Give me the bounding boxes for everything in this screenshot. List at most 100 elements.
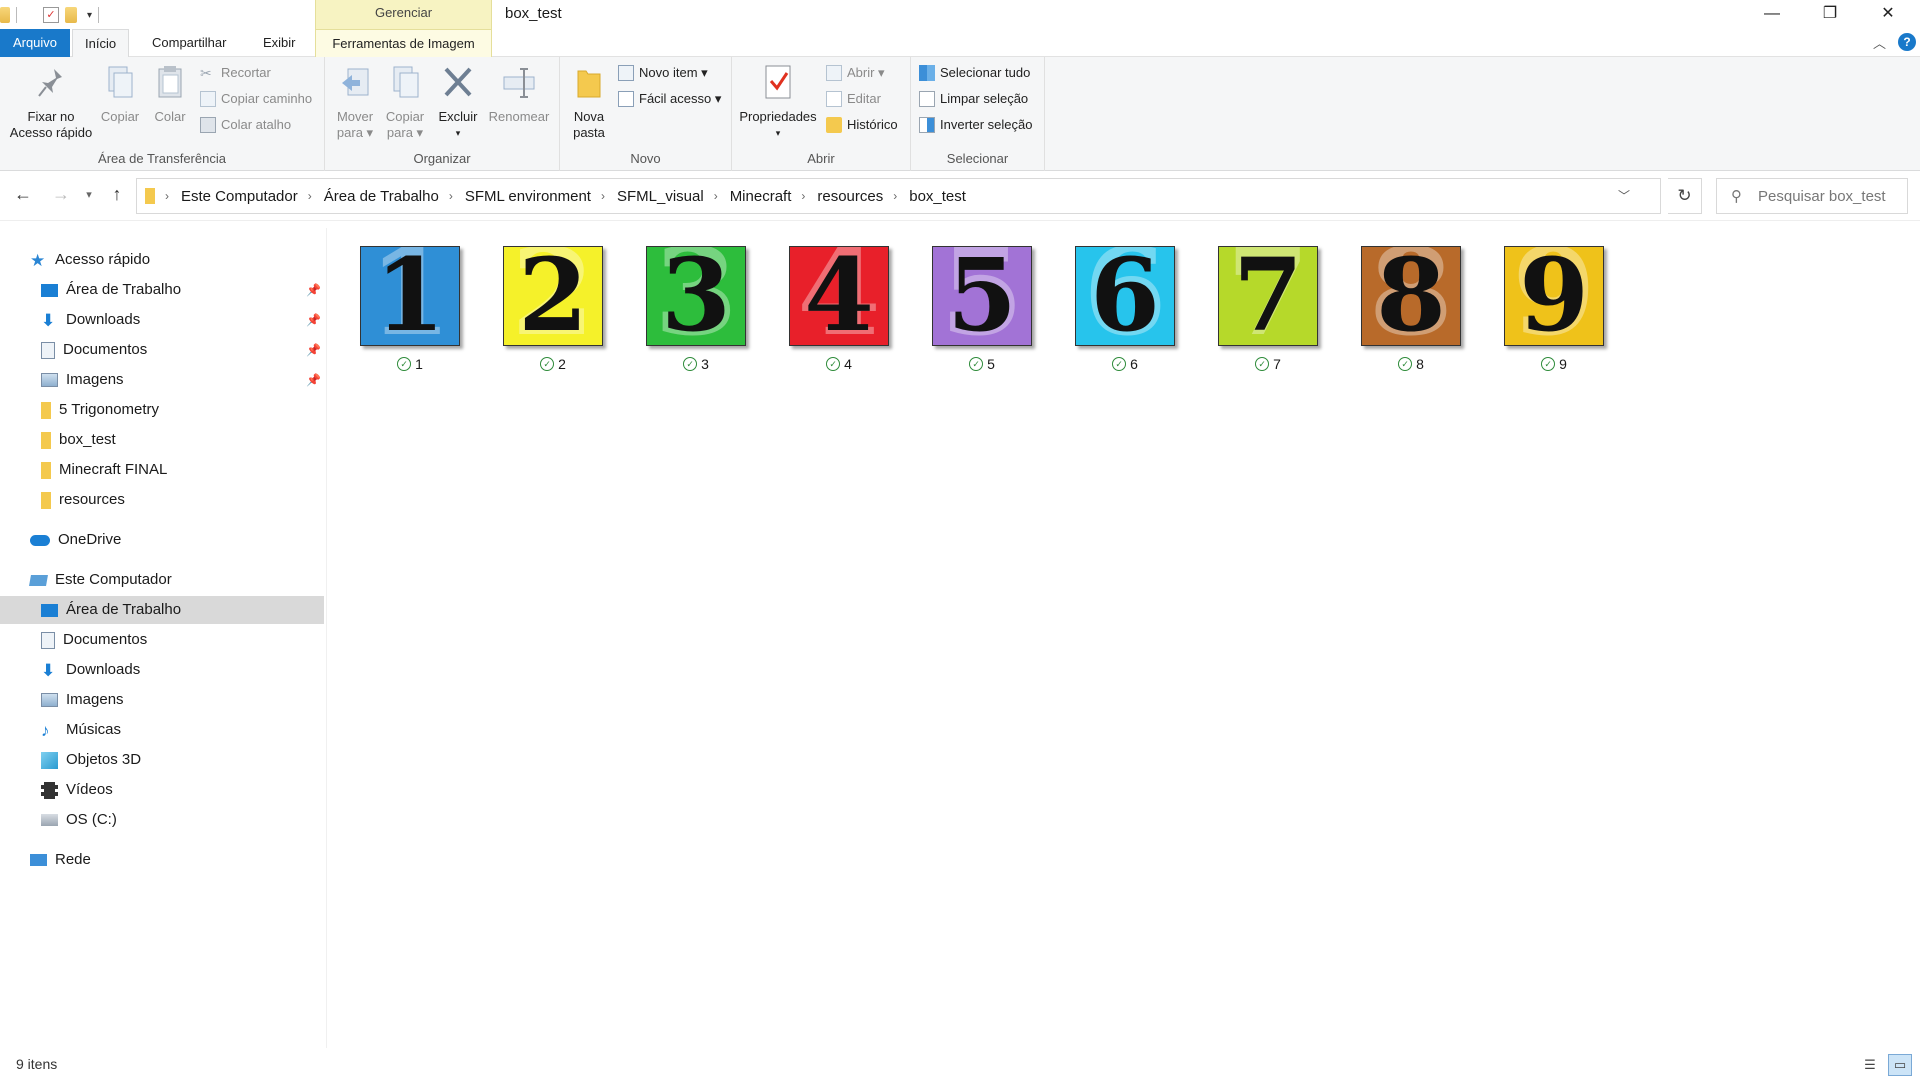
document-icon bbox=[41, 631, 55, 649]
tab-arquivo[interactable]: Arquivo bbox=[0, 29, 70, 57]
sidebar-item-3d-objects[interactable]: Objetos 3D bbox=[41, 746, 141, 774]
breadcrumb-item[interactable]: SFML environment bbox=[465, 188, 591, 205]
sidebar-item-desktop[interactable]: Área de Trabalho bbox=[41, 276, 181, 304]
rename-button[interactable]: Renomear bbox=[485, 63, 553, 125]
paste-shortcut-button[interactable]: Colar atalho bbox=[200, 115, 291, 135]
download-icon: ⬇ bbox=[41, 660, 56, 680]
properties-dropdown-icon[interactable]: ▾ bbox=[736, 125, 820, 141]
delete-dropdown-icon[interactable]: ▾ bbox=[435, 125, 481, 141]
up-arrow-icon[interactable]: ↑ bbox=[104, 184, 130, 205]
search-box[interactable]: ⚲ Pesquisar box_test bbox=[1716, 178, 1908, 214]
sidebar-item-documents[interactable]: Documentos bbox=[41, 626, 147, 654]
minimize-button[interactable]: — bbox=[1743, 0, 1801, 29]
cut-label: Recortar bbox=[221, 65, 271, 80]
tab-compartilhar[interactable]: Compartilhar bbox=[140, 29, 238, 57]
tab-inicio[interactable]: Início bbox=[72, 29, 130, 58]
details-view-icon[interactable]: ☰ bbox=[1858, 1054, 1882, 1076]
sidebar-item-drive-c[interactable]: OS (C:) bbox=[41, 806, 117, 834]
chevron-right-icon[interactable]: › bbox=[601, 189, 605, 203]
chevron-right-icon[interactable]: › bbox=[308, 189, 312, 203]
collapse-ribbon-icon[interactable]: ︿ bbox=[1873, 33, 1886, 52]
cut-button[interactable]: ✂ Recortar bbox=[200, 63, 271, 83]
chevron-right-icon[interactable]: › bbox=[714, 189, 718, 203]
ribbon-tabs: Arquivo Início Compartilhar Exibir Ferra… bbox=[0, 29, 1920, 58]
chevron-down-icon[interactable]: ﹀ bbox=[1618, 187, 1630, 204]
pin-icon[interactable]: 📌 bbox=[306, 283, 321, 297]
paste-button[interactable]: Colar bbox=[146, 63, 194, 125]
breadcrumb-item[interactable]: Minecraft bbox=[730, 188, 792, 205]
copy-button[interactable]: Copiar bbox=[96, 63, 144, 125]
sidebar-item-desktop-selected[interactable]: Área de Trabalho bbox=[0, 596, 324, 624]
separator bbox=[98, 7, 100, 23]
open-button[interactable]: Abrir ▾ bbox=[826, 63, 885, 83]
tab-ferramentas-imagem[interactable]: Ferramentas de Imagem bbox=[315, 29, 492, 57]
edit-button[interactable]: Editar bbox=[826, 89, 881, 109]
sidebar-item-videos[interactable]: Vídeos bbox=[41, 776, 113, 804]
sidebar-item-downloads[interactable]: ⬇ Downloads bbox=[41, 306, 140, 334]
copy-to-button[interactable]: Copiar para ▾ bbox=[381, 63, 429, 141]
delete-button[interactable]: Excluir ▾ bbox=[435, 63, 481, 141]
pin-icon[interactable]: 📌 bbox=[306, 313, 321, 327]
select-none-button[interactable]: Limpar seleção bbox=[919, 89, 1028, 109]
sidebar-item-quick-access[interactable]: ★ Acesso rápido bbox=[30, 246, 150, 274]
refresh-icon[interactable]: ↻ bbox=[1668, 178, 1702, 214]
thumbnail-digit: 5 bbox=[947, 246, 1017, 346]
sidebar-item-label: OS (C:) bbox=[66, 811, 117, 828]
breadcrumb-item[interactable]: resources bbox=[817, 188, 883, 205]
invert-selection-button[interactable]: Inverter seleção bbox=[919, 115, 1033, 135]
sidebar-item-pictures[interactable]: Imagens bbox=[41, 686, 124, 714]
sidebar-item-documents[interactable]: Documentos bbox=[41, 336, 147, 364]
select-none-label: Limpar seleção bbox=[940, 91, 1029, 106]
recent-locations-icon[interactable]: ▾ bbox=[76, 188, 102, 201]
forward-arrow-icon[interactable]: → bbox=[48, 184, 74, 205]
breadcrumb-item[interactable]: Área de Trabalho bbox=[324, 188, 439, 205]
sidebar-item-folder[interactable]: box_test bbox=[41, 426, 116, 454]
pin-icon[interactable]: 📌 bbox=[306, 343, 321, 357]
large-icons-view-icon[interactable]: ▭ bbox=[1888, 1054, 1912, 1076]
sidebar-item-label: Imagens bbox=[66, 371, 124, 388]
select-all-button[interactable]: Selecionar tudo bbox=[919, 63, 1030, 83]
properties-icon[interactable]: ✓ bbox=[43, 7, 59, 23]
history-button[interactable]: Histórico bbox=[826, 115, 898, 135]
sidebar-item-music[interactable]: ♪ Músicas bbox=[41, 716, 121, 744]
tab-exibir[interactable]: Exibir bbox=[251, 29, 308, 57]
breadcrumb-item[interactable]: SFML_visual bbox=[617, 188, 704, 205]
properties-button[interactable]: Propriedades ▾ bbox=[736, 63, 820, 141]
file-list: 1 1 ✓ 1 2 2 ✓ 2 3 3 ✓ 3 4 4 ✓ 4 5 5 ✓ 5 6 6 ✓ 6 7 7 ✓ 7 8 8 ✓ 8 9 9 ✓ 9 bbox=[340, 236, 1910, 1036]
chevron-right-icon[interactable]: › bbox=[449, 189, 453, 203]
move-to-button[interactable]: Mover para ▾ bbox=[331, 63, 379, 141]
new-item-button[interactable]: Novo item ▾ bbox=[618, 63, 708, 83]
breadcrumb-item[interactable]: Este Computador bbox=[181, 188, 298, 205]
pane-divider[interactable] bbox=[326, 228, 327, 1048]
sidebar-item-downloads[interactable]: ⬇ Downloads bbox=[41, 656, 140, 684]
chevron-right-icon[interactable]: › bbox=[893, 189, 897, 203]
easy-access-label: Fácil acesso ▾ bbox=[639, 91, 722, 106]
sidebar-item-folder[interactable]: Minecraft FINAL bbox=[41, 456, 167, 484]
new-folder-button[interactable]: Nova pasta bbox=[566, 63, 612, 141]
maximize-button[interactable]: ❐ bbox=[1801, 0, 1859, 29]
address-bar[interactable]: › Este Computador › Área de Trabalho › SFM… bbox=[136, 178, 1661, 214]
sidebar-item-pictures[interactable]: Imagens bbox=[41, 366, 124, 394]
delete-icon bbox=[441, 63, 475, 103]
back-arrow-icon[interactable]: ← bbox=[10, 184, 36, 205]
easy-access-button[interactable]: Fácil acesso ▾ bbox=[618, 89, 721, 109]
sidebar-item-folder[interactable]: resources bbox=[41, 486, 125, 514]
close-button[interactable]: ✕ bbox=[1859, 0, 1917, 29]
sidebar-item-onedrive[interactable]: OneDrive bbox=[30, 526, 121, 554]
customize-toolbar-icon[interactable]: ▾ bbox=[87, 10, 92, 21]
sidebar-item-label: Área de Trabalho bbox=[66, 601, 182, 618]
chevron-right-icon[interactable]: › bbox=[801, 189, 805, 203]
pin-icon[interactable]: 📌 bbox=[306, 373, 321, 387]
pin-quick-access-button[interactable]: Fixar no Acesso rápido bbox=[6, 63, 96, 141]
file-name-label: 4 bbox=[844, 356, 852, 372]
help-icon[interactable]: ? bbox=[1898, 33, 1916, 51]
folder-icon bbox=[41, 461, 51, 479]
open-label: Abrir ▾ bbox=[847, 65, 885, 80]
new-folder-icon[interactable] bbox=[65, 7, 77, 23]
breadcrumb-item[interactable]: box_test bbox=[909, 188, 966, 205]
sidebar-item-this-pc[interactable]: Este Computador bbox=[29, 566, 172, 594]
sidebar-item-network[interactable]: Rede bbox=[30, 846, 91, 874]
sidebar-item-folder[interactable]: 5 Trigonometry bbox=[41, 396, 159, 424]
chevron-right-icon[interactable]: › bbox=[165, 189, 169, 203]
copy-path-button[interactable]: Copiar caminho bbox=[200, 89, 312, 109]
